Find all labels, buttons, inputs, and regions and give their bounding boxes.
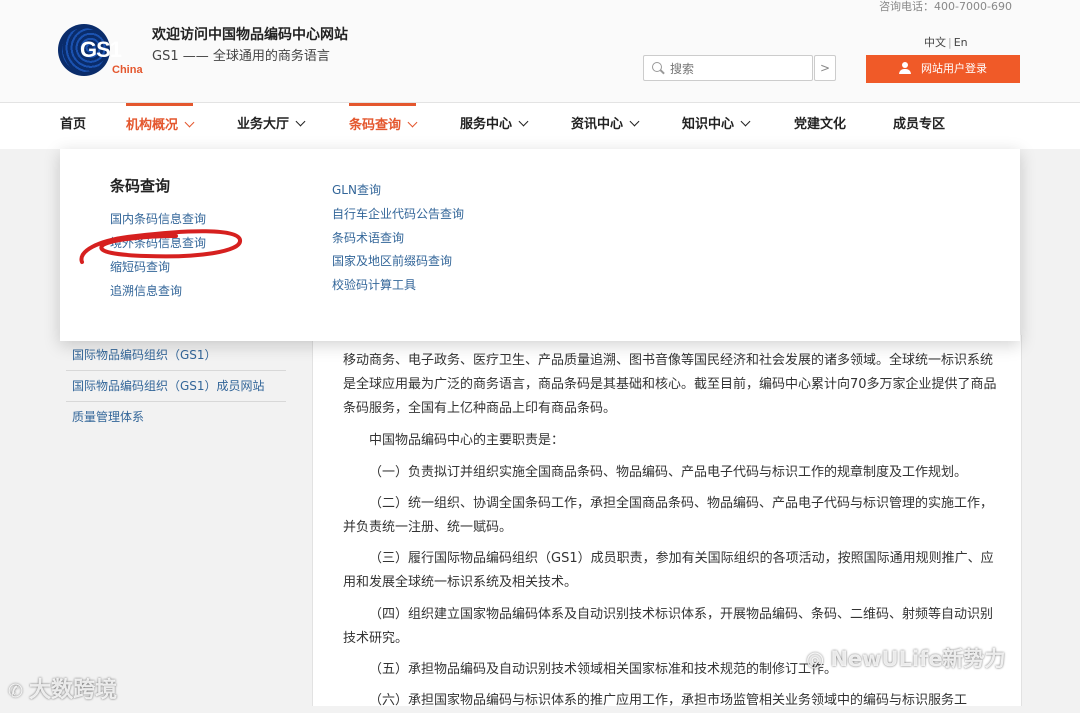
nav-business[interactable]: 业务大厅 [237,103,306,149]
gs1-logo[interactable]: GS1 China [58,24,148,84]
dropdown-title: 条码查询 [110,177,171,195]
nav-party-culture[interactable]: 党建文化 [794,103,846,149]
article-paragraph: （六）承担国家物品编码与标识体系的推广应用工作，承担市场监管相关业务领域中的编码… [369,693,968,708]
chevron-down-icon [518,116,529,127]
sidebar-item-quality[interactable]: 质量管理体系 [66,402,286,432]
article-paragraph: （一）负责拟订并组织实施全国商品条码、物品编码、产品电子代码与标识工作的规章制度… [369,465,968,480]
dropdown-link[interactable]: 国内条码信息查询 [110,210,206,227]
slogan: GS1 —— 全球通用的商务语言 [152,49,330,64]
article-paragraph: （二）统一组织、协调全国条码工作，承担全国商品条码、物品编码、产品电子代码与标识… [343,496,994,535]
nav-knowledge[interactable]: 知识中心 [682,103,751,149]
logo-text: GS1 [80,37,122,62]
nav-label: 资讯中心 [571,117,624,132]
sidebar-item-gs1-members[interactable]: 国际物品编码组织（GS1）成员网站 [66,371,286,402]
language-switch: 中文 | En [924,34,968,50]
weibo-icon: ✆ [8,681,24,702]
dropdown-link[interactable]: 国家及地区前缀码查询 [332,252,452,269]
dropdown-link[interactable]: 条码术语查询 [332,229,404,246]
wechat-icon: ◎ [806,647,825,671]
watermark-text: NewULife新势力 [830,647,1006,671]
nav-home[interactable]: 首页 [60,103,86,149]
chevron-down-icon [407,117,418,128]
nav-label: 党建文化 [794,117,847,132]
chevron-down-icon [629,116,640,127]
login-label: 网站用户登录 [921,62,987,75]
user-icon [899,62,911,74]
nav-service[interactable]: 服务中心 [460,103,529,149]
nav-label: 首页 [60,117,87,132]
dropdown-link[interactable]: GLN查询 [332,181,381,198]
nav-label: 成员专区 [893,117,946,132]
chevron-down-icon [184,117,195,128]
search-icon [652,62,662,72]
watermark-right: ◎ NewULife新势力 [806,643,1006,673]
dropdown-link[interactable]: 追溯信息查询 [110,282,182,299]
article-paragraph: 移动商务、电子政务、医疗卫生、产品质量追溯、图书音像等国民经济和社会发展的诸多领… [343,353,997,416]
login-button[interactable]: 网站用户登录 [866,55,1020,83]
nav-label: 服务中心 [460,117,513,132]
chevron-down-icon [295,116,306,127]
nav-news[interactable]: 资讯中心 [571,103,640,149]
nav-label: 条码查询 [349,118,402,133]
lang-en-link[interactable]: En [954,36,968,49]
dropdown-link[interactable]: 校验码计算工具 [332,276,416,293]
dropdown-link[interactable]: 境外条码信息查询 [110,234,206,251]
article-paragraph: 中国物品编码中心的主要职责是： [369,433,565,448]
site-header: 咨询电话：400-7000-690 GS1 China 欢迎访问中国物品编码中心… [0,0,1080,103]
main-nav: 首页 机构概况 业务大厅 条码查询 服务中心 资讯中心 知识中心 党建文化 成员… [0,103,1080,149]
search-input[interactable] [668,59,812,79]
welcome-title: 欢迎访问中国物品编码中心网站 [152,27,348,43]
watermark-text: 大数跨境 [29,678,118,703]
logo-country: China [112,64,143,76]
nav-barcode-query[interactable]: 条码查询 [349,103,418,149]
nav-members[interactable]: 成员专区 [893,103,945,149]
search-box [643,55,813,81]
dropdown-link[interactable]: 自行车企业代码公告查询 [332,205,464,222]
search-button[interactable]: > [814,55,836,81]
hotline: 咨询电话：400-7000-690 [879,0,1012,13]
nav-label: 知识中心 [682,117,735,132]
barcode-query-dropdown: 条码查询 国内条码信息查询 境外条码信息查询 缩短码查询 追溯信息查询 GLN查… [60,149,1020,341]
left-sidebar: 国际物品编码组织（GS1） 国际物品编码组织（GS1）成员网站 质量管理体系 [66,340,286,432]
chevron-down-icon [740,116,751,127]
sidebar-item-gs1[interactable]: 国际物品编码组织（GS1） [66,340,286,371]
nav-label: 业务大厅 [237,117,290,132]
nav-about[interactable]: 机构概况 [126,103,195,149]
article-paragraph: （三）履行国际物品编码组织（GS1）成员职责，参加有关国际组织的各项活动，按照国… [343,551,994,590]
lang-separator: | [948,36,952,49]
lang-zh-link[interactable]: 中文 [924,36,946,49]
nav-label: 机构概况 [126,118,179,133]
dropdown-link[interactable]: 缩短码查询 [110,258,170,275]
watermark-left: ✆ 大数跨境 [8,672,117,704]
